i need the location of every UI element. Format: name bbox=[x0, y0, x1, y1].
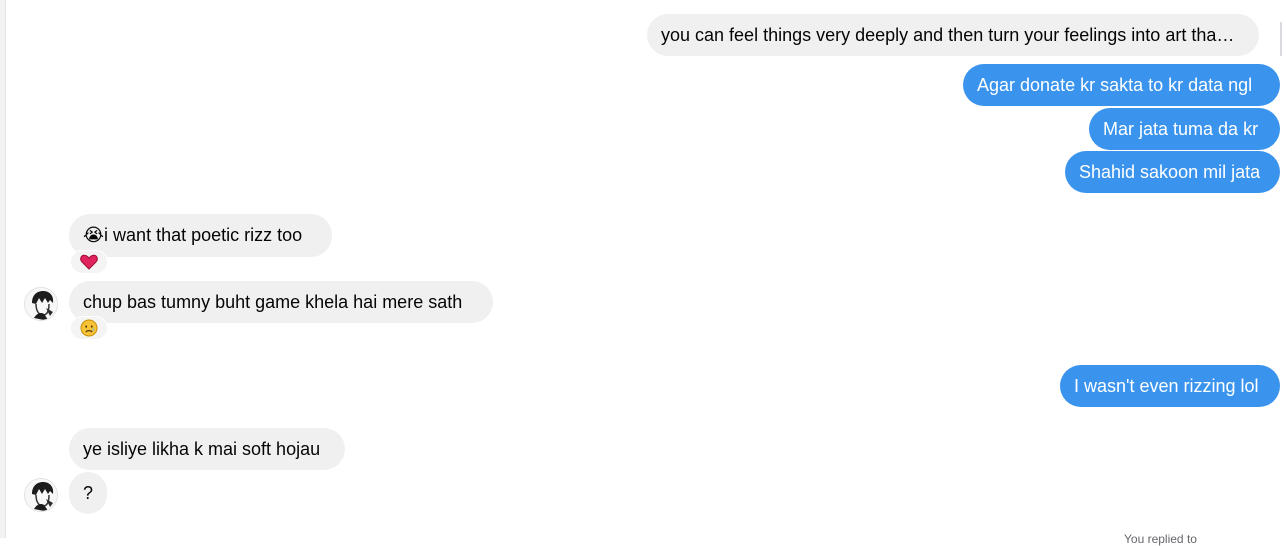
message-text: you can feel things very deeply and then… bbox=[661, 25, 1235, 45]
message-text: chup bas tumny buht game khela hai mere … bbox=[83, 292, 463, 312]
message-bubble-incoming[interactable]: ye isliye likha k mai soft hojau bbox=[69, 428, 345, 470]
loudly-crying-face-icon: 😭 bbox=[83, 225, 105, 246]
message-bubble-incoming[interactable]: chup bas tumny buht game khela hai mere … bbox=[69, 281, 493, 323]
anime-character-avatar bbox=[25, 479, 57, 511]
scrollbar-thumb[interactable] bbox=[1280, 22, 1282, 56]
left-divider bbox=[0, 0, 6, 538]
message-text: Mar jata tuma da kr bbox=[1103, 119, 1259, 139]
message-text: I wasn't even rizzing lol bbox=[1074, 376, 1259, 396]
message-bubble-outgoing[interactable]: Agar donate kr sakta to kr data ngl bbox=[963, 64, 1280, 106]
anime-character-avatar bbox=[25, 288, 57, 320]
message-bubble-outgoing[interactable]: you can feel things very deeply and then… bbox=[647, 14, 1259, 56]
message-text: Shahid sakoon mil jata bbox=[1079, 162, 1261, 182]
message-text: ? bbox=[82, 483, 93, 503]
message-text: ye isliye likha k mai soft hojau bbox=[83, 439, 321, 459]
message-reaction[interactable] bbox=[70, 250, 108, 274]
message-text: Agar donate kr sakta to kr data ngl bbox=[977, 75, 1253, 95]
message-bubble-incoming[interactable]: ? bbox=[69, 472, 107, 514]
message-bubble-outgoing[interactable]: Shahid sakoon mil jata bbox=[1065, 151, 1280, 193]
message-reaction[interactable] bbox=[70, 316, 108, 340]
message-text: i want that poetic rizz too bbox=[104, 225, 303, 245]
red-heart-icon bbox=[80, 254, 98, 270]
message-bubble-outgoing[interactable]: I wasn't even rizzing lol bbox=[1060, 365, 1280, 407]
message-bubble-incoming[interactable]: 😭i want that poetic rizz too bbox=[69, 214, 332, 257]
avatar[interactable] bbox=[24, 287, 58, 321]
message-bubble-outgoing[interactable]: Mar jata tuma da kr bbox=[1089, 108, 1280, 150]
sad-relieved-face-icon bbox=[80, 319, 98, 337]
reply-indicator-text: You replied to bbox=[1124, 532, 1197, 546]
avatar[interactable] bbox=[24, 478, 58, 512]
